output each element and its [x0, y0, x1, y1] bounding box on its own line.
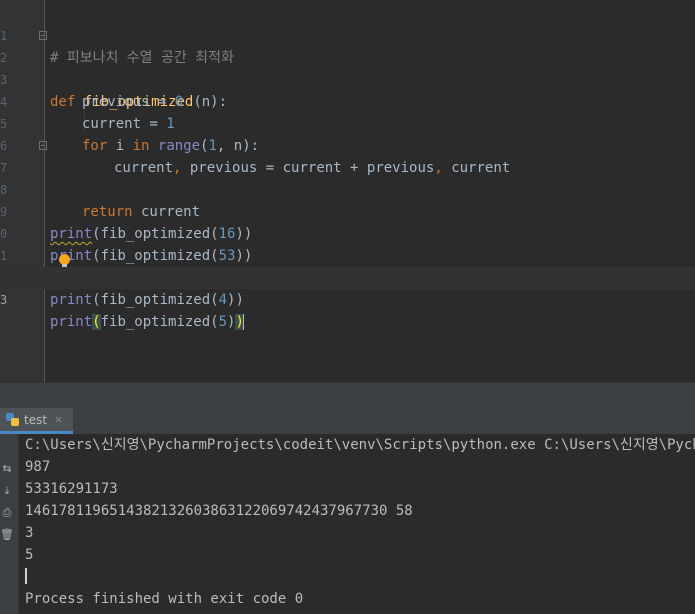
panel-divider[interactable] — [0, 382, 695, 409]
console-command-line: C:\Users\신지영\PycharmProjects\codeit\venv… — [25, 437, 695, 453]
soft-wrap-icon[interactable]: ⇆ — [0, 462, 14, 476]
close-icon[interactable]: × — [54, 413, 63, 426]
code-line[interactable]: 5 for i in range(1, n): — [0, 91, 695, 154]
call-expr: (fib_optimized( — [92, 292, 219, 308]
run-console[interactable]: ⇆ ⤓ ⎙ 🗑 C:\Users\신지영\PycharmProjects\cod… — [0, 434, 695, 614]
code-line[interactable]: 1 # 피보나치 수열 공간 최적화 — [0, 3, 695, 66]
console-output-line: 53316291173 — [25, 481, 118, 497]
argument: 5 — [218, 314, 228, 330]
print-call: print(fib_optimized(4)) — [50, 289, 244, 311]
console-output-line: 5 — [25, 547, 34, 563]
builtin-print: print — [50, 314, 93, 330]
python-icon — [6, 413, 19, 426]
code-editor[interactable]: 1 # 피보나치 수열 공간 최적화 2 def fib_optimized(n… — [0, 0, 695, 382]
code-line[interactable]: 1 print(fib_optimized(213)) — [0, 223, 695, 286]
console-output-line: 1461781196514382132603863122069742437967… — [25, 503, 413, 519]
process-finished-message: Process finished with exit code 0 — [25, 591, 304, 607]
print-icon[interactable]: ⎙ — [0, 506, 14, 520]
code-line[interactable]: 3 previous = 0 — [0, 47, 695, 110]
code-line[interactable]: 9 print(fib_optimized(16)) — [0, 179, 695, 242]
code-line[interactable]: 7 return current — [0, 135, 695, 220]
run-tab-label: test — [24, 412, 48, 427]
argument: 4 — [218, 292, 228, 308]
trash-icon[interactable]: 🗑 — [0, 528, 14, 542]
fold-end-icon[interactable] — [39, 141, 47, 150]
call-expr-name: fib_optimized( — [100, 314, 219, 330]
matched-paren: ( — [92, 314, 101, 330]
fold-toggle-icon[interactable] — [39, 31, 47, 40]
run-tab-bar: test × — [0, 408, 695, 435]
run-tab[interactable]: test × — [0, 408, 74, 434]
line-number: 3 — [0, 293, 8, 307]
code-line-current[interactable]: 3 print(fib_optimized(5)) — [0, 267, 695, 330]
code-line[interactable]: 0 print(fib_optimized(53)) — [0, 201, 695, 264]
code-line[interactable]: 4 current = 1 — [0, 69, 695, 132]
text-caret — [242, 314, 244, 330]
console-toolbar: ⇆ ⤓ ⎙ 🗑 — [0, 434, 19, 614]
scroll-to-end-icon[interactable]: ⤓ — [0, 484, 14, 498]
console-caret — [25, 568, 27, 584]
code-line[interactable]: 8 — [0, 157, 695, 197]
code-line[interactable]: 6 current, previous = current + previous… — [0, 113, 695, 176]
builtin-print: print — [50, 292, 93, 308]
console-output-line: 3 — [25, 525, 34, 541]
code-line[interactable]: 2 print(fib_optimized(4)) — [0, 245, 695, 308]
paren: )) — [227, 292, 244, 308]
code-line[interactable]: 2 def fib_optimized(n): — [0, 25, 695, 110]
lightbulb-intention-icon[interactable] — [59, 254, 70, 267]
console-output-line: 987 — [25, 459, 51, 475]
print-call: print(fib_optimized(5)) — [50, 311, 244, 333]
